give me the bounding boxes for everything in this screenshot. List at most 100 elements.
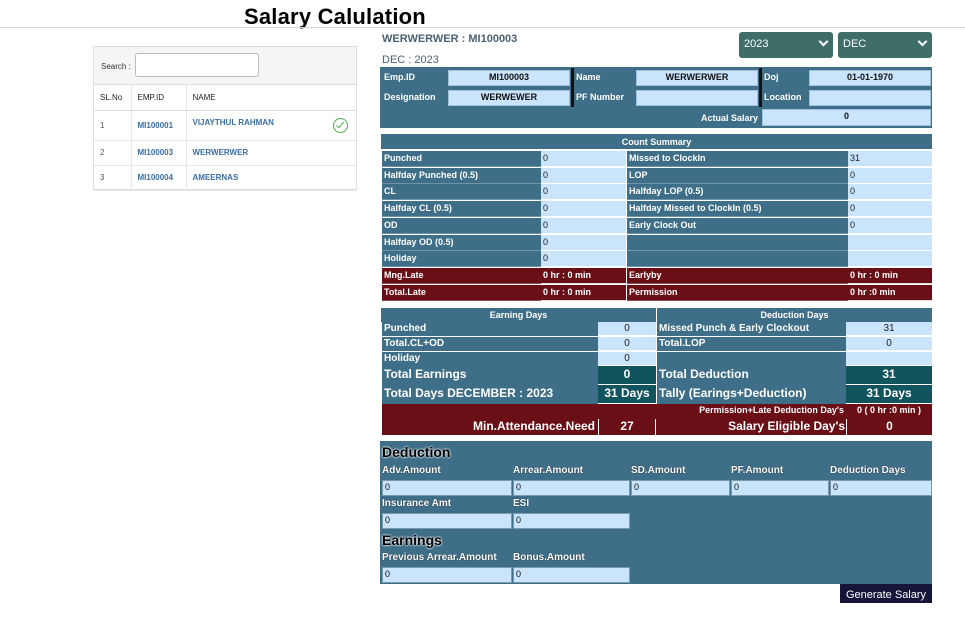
- count-value: [848, 251, 932, 267]
- count-value: 0: [541, 151, 626, 167]
- total-days-row: Total Days DECEMBER : 2023 31 Days Tally…: [382, 385, 932, 404]
- count-value: 0: [541, 201, 626, 217]
- days-label: Total.CL+OD: [382, 337, 598, 351]
- count-value: 0 hr : 0 min: [541, 268, 626, 284]
- total-deduction-label: Total Deduction: [656, 366, 846, 385]
- count-value: 0: [848, 218, 932, 234]
- search-label: Search :: [101, 62, 131, 71]
- days-row: Holiday 0: [382, 352, 932, 366]
- pf-amount-input[interactable]: 0: [731, 480, 829, 496]
- insurance-amt-input[interactable]: 0: [382, 513, 512, 529]
- esi-input[interactable]: 0: [513, 513, 630, 529]
- row-empid-link[interactable]: MI100001: [131, 110, 187, 141]
- count-label: OD: [382, 218, 541, 234]
- prev-arrear-input[interactable]: 0: [382, 567, 512, 583]
- search-bar: Search :: [94, 47, 356, 85]
- earnings-section-title: Earnings: [382, 532, 442, 548]
- insurance-amt-label: Insurance Amt: [382, 498, 452, 509]
- pf-number-label: PF Number: [576, 92, 625, 102]
- days-value: 0: [846, 337, 932, 351]
- eligible-days-value: 0: [846, 419, 932, 435]
- name-label: Name: [576, 72, 601, 82]
- total-earnings-label: Total Earnings: [382, 366, 598, 385]
- days-label: Holiday: [382, 352, 598, 366]
- pf-amount-label: PF.Amount: [731, 465, 784, 476]
- row-name-link[interactable]: WERWERWER: [186, 140, 356, 166]
- count-summary-row: OD 0 Early Clock Out 0: [382, 218, 932, 234]
- deduction-days-title: Deduction Days: [656, 308, 932, 322]
- days-row: Punched 0 Missed Punch & Early Clockout 31: [382, 322, 932, 336]
- count-label: Halfday OD (0.5): [382, 235, 541, 251]
- count-label: Permission: [627, 285, 848, 301]
- count-label: [627, 251, 848, 267]
- deduction-days-input[interactable]: 0: [830, 480, 932, 496]
- count-summary-row: CL 0 Halfday LOP (0.5) 0: [382, 184, 932, 200]
- search-input[interactable]: [135, 53, 259, 77]
- perm-late-value: 0 ( 0 hr :0 min ): [856, 405, 921, 415]
- count-value: 0: [541, 184, 626, 200]
- count-label: LOP: [627, 168, 848, 184]
- table-row[interactable]: 2 MI100003 WERWERWER: [94, 140, 356, 166]
- count-value: 0 hr : 0 min: [541, 285, 626, 301]
- tally-value: 31 Days: [846, 385, 932, 404]
- count-label: Holiday: [382, 251, 541, 267]
- generate-salary-button[interactable]: Generate Salary: [840, 584, 932, 603]
- min-attendance-value: 27: [598, 419, 656, 435]
- sd-amount-input[interactable]: 0: [631, 480, 730, 496]
- bonus-amount-input[interactable]: 0: [513, 567, 630, 583]
- adv-amount-label: Adv.Amount: [382, 465, 441, 476]
- esi-label: ESI: [513, 498, 530, 509]
- deduction-section-title: Deduction: [382, 444, 451, 460]
- year-select[interactable]: 2023: [739, 32, 833, 58]
- name-value: WERWERWER: [636, 70, 758, 86]
- period-label: DEC : 2023: [382, 54, 439, 66]
- total-earnings-value: 0: [598, 366, 656, 385]
- row-name-link[interactable]: AMEERNAS: [186, 165, 356, 191]
- count-value: 0: [541, 235, 626, 251]
- count-value: [848, 235, 932, 251]
- prev-arrear-label: Previous Arrear.Amount: [382, 552, 497, 563]
- eligible-days-label: Salary Eligible Day's: [728, 419, 845, 433]
- count-label: Earlyby: [627, 268, 848, 284]
- month-select[interactable]: DEC: [838, 32, 932, 58]
- attendance-row: Min.Attendance.Need 27 Salary Eligible D…: [382, 417, 932, 435]
- days-value: 0: [598, 352, 656, 366]
- arrear-amount-input[interactable]: 0: [513, 480, 630, 496]
- row-empid-link[interactable]: MI100004: [131, 165, 187, 191]
- employee-table-header: SL.No EMP.ID NAME: [94, 85, 356, 111]
- table-row[interactable]: 1 MI100001 VIJAYTHUL RAHMAN: [94, 110, 356, 141]
- days-value: 0: [598, 322, 656, 336]
- count-summary-title: Count Summary: [381, 134, 932, 150]
- total-deduction-value: 31: [846, 366, 932, 385]
- total-days-label: Total Days DECEMBER : 2023: [382, 385, 598, 404]
- days-value: 0: [598, 337, 656, 351]
- count-value: 0 hr :0 min: [848, 285, 932, 301]
- doj-label: Doj: [764, 72, 779, 82]
- col-slno: SL.No: [94, 85, 132, 111]
- employee-table: SL.No EMP.ID NAME 1 MI100001 VIJAYTHUL R…: [94, 85, 356, 191]
- row-name-cell: VIJAYTHUL RAHMAN: [186, 110, 356, 141]
- perm-late-label: Permission+Late Deduction Day's: [699, 405, 844, 415]
- count-summary-row: Holiday 0: [382, 251, 932, 267]
- count-label: Halfday Punched (0.5): [382, 168, 541, 184]
- min-attendance-label: Min.Attendance.Need: [472, 419, 595, 433]
- count-label: [627, 235, 848, 251]
- row-empid-link[interactable]: MI100003: [131, 140, 187, 166]
- row-name-link[interactable]: VIJAYTHUL RAHMAN: [193, 118, 274, 127]
- location-value: [809, 90, 931, 106]
- days-label: [656, 352, 846, 366]
- count-label: CL: [382, 184, 541, 200]
- check-circle-icon: [333, 117, 348, 133]
- row-slno: 3: [94, 165, 132, 191]
- doj-value: 01-01-1970: [809, 70, 931, 86]
- row-slno: 1: [94, 110, 132, 141]
- permission-late-row: Permission+Late Deduction Day's 0 ( 0 hr…: [382, 404, 932, 417]
- table-row[interactable]: 3 MI100004 AMEERNAS: [94, 165, 356, 191]
- adv-amount-input[interactable]: 0: [382, 480, 512, 496]
- employee-list-panel: Search : SL.No EMP.ID NAME 1 MI100001 VI…: [93, 46, 357, 191]
- designation-value: WERWEWER: [448, 90, 570, 106]
- sd-amount-label: SD.Amount: [631, 465, 686, 476]
- col-empid: EMP.ID: [131, 85, 187, 111]
- actual-salary-label: Actual Salary: [701, 113, 759, 123]
- count-label: Punched: [382, 151, 541, 167]
